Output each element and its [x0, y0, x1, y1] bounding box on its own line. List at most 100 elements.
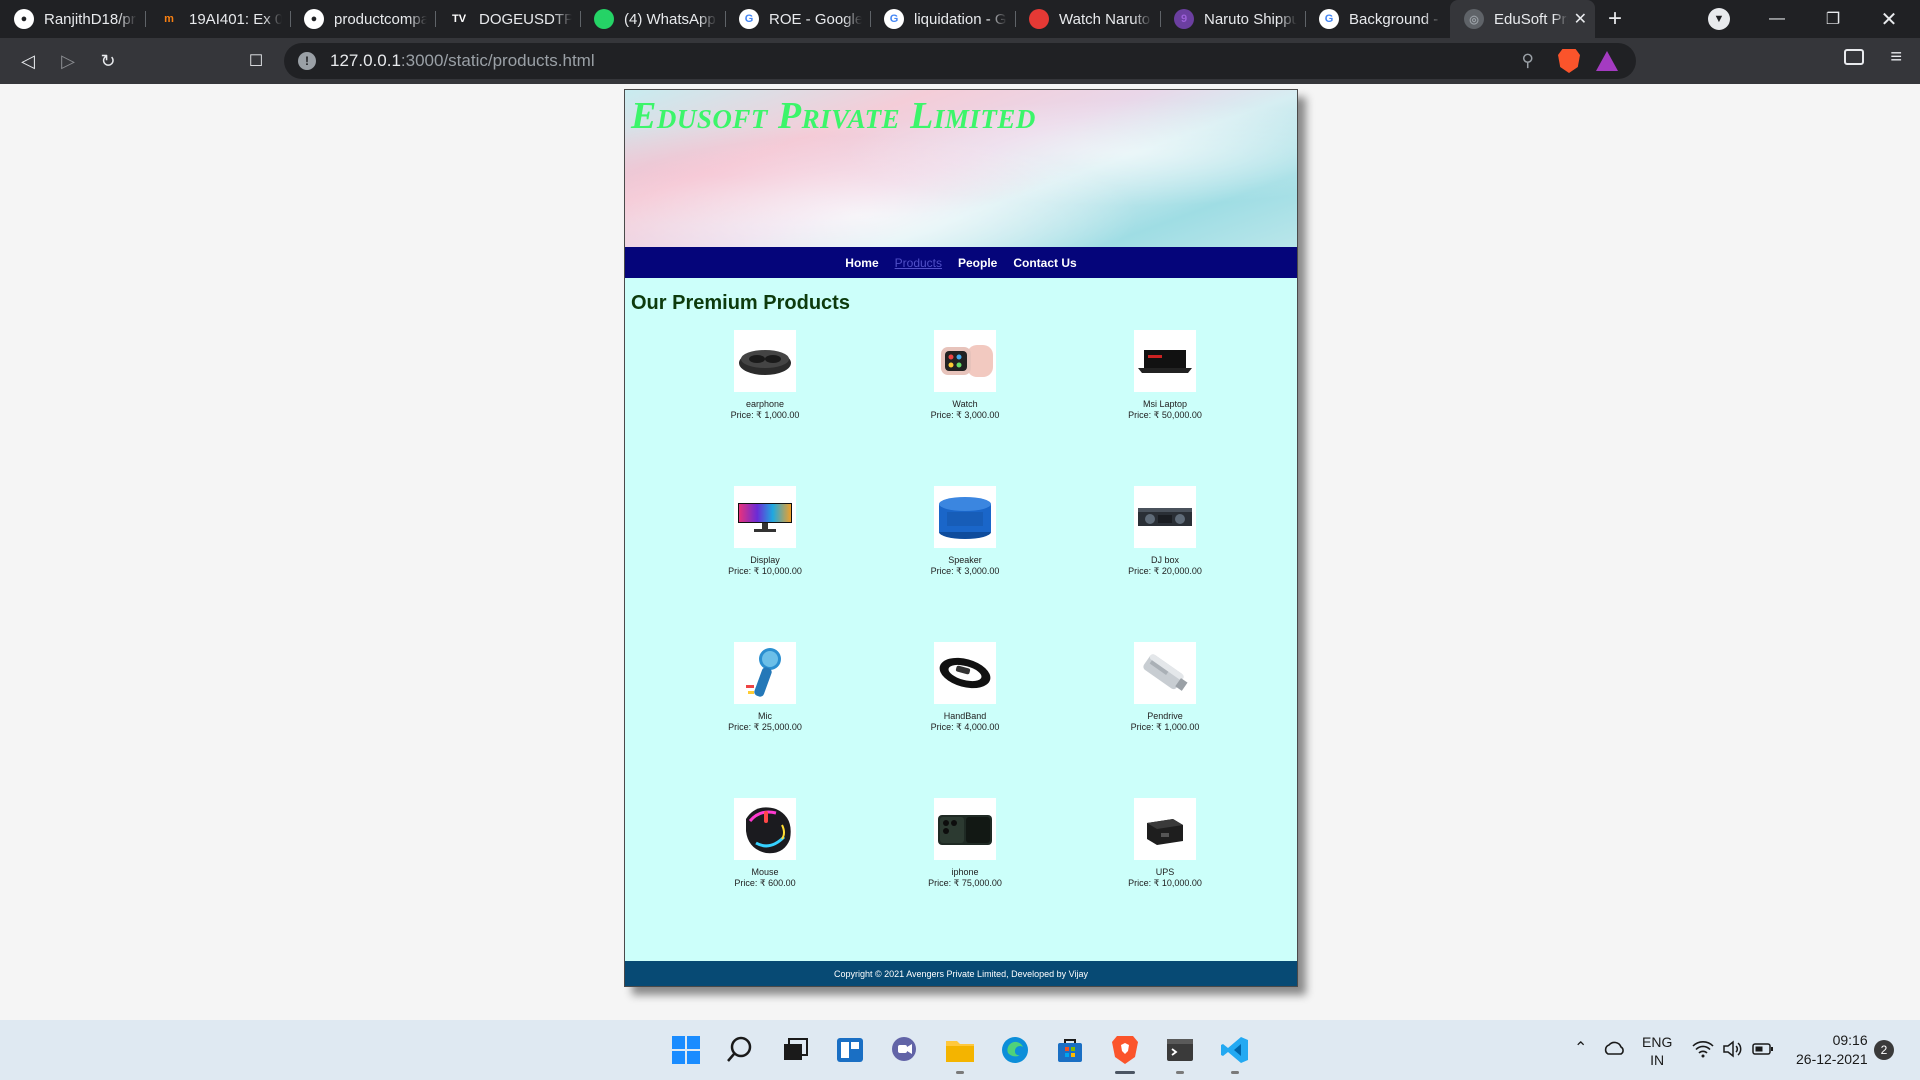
github-icon: ● [14, 9, 34, 29]
wifi-icon[interactable] [1692, 1040, 1714, 1063]
product-name: Pendrive [1147, 711, 1183, 721]
close-tab-icon[interactable]: ✕ [1574, 9, 1587, 29]
browser-tab[interactable]: G ROE - Google S [725, 0, 870, 38]
product-card: Display Price: ₹ 10,000.00 [665, 486, 865, 642]
ups-icon [1134, 798, 1196, 860]
product-card: Watch Price: ₹ 3,000.00 [865, 330, 1065, 486]
onedrive-icon[interactable] [1602, 1040, 1626, 1061]
edge-icon[interactable] [995, 1030, 1035, 1070]
reload-icon[interactable]: ↻ [88, 43, 128, 79]
product-price: Price: ₹ 25,000.00 [728, 722, 802, 732]
earphone-case-icon [734, 330, 796, 392]
browser-tab[interactable]: ● productcompa [290, 0, 435, 38]
product-grid: earphone Price: ₹ 1,000.00 Watch Price: ₹ 3… [665, 330, 1265, 954]
product-card: DJ box Price: ₹ 20,000.00 [1065, 486, 1265, 642]
browser-tab[interactable]: 9 Naruto Shippu [1160, 0, 1305, 38]
product-name: Msi Laptop [1142, 399, 1188, 409]
clock[interactable]: 09:16 26-12-2021 [1796, 1031, 1868, 1069]
tab-label: Naruto Shippu [1204, 10, 1297, 28]
product-price: Price: ₹ 20,000.00 [1128, 566, 1202, 576]
notification-badge[interactable]: 2 [1874, 1040, 1894, 1060]
language-code: ENG [1642, 1034, 1673, 1050]
task-view-icon[interactable] [775, 1030, 815, 1070]
laptop-icon [1134, 330, 1196, 392]
show-hidden-icons[interactable]: ⌃ [1574, 1038, 1587, 1058]
restore-button[interactable]: ❐ [1805, 0, 1861, 38]
product-name: earphone [745, 399, 785, 409]
google-icon: G [1319, 9, 1339, 29]
dj-box-icon [1134, 486, 1196, 548]
vscode-icon[interactable] [1215, 1030, 1255, 1074]
header-banner: Edusoft Private Limited [625, 90, 1297, 247]
browser-tab[interactable]: ● Watch Naruto [1015, 0, 1160, 38]
brave-browser-icon[interactable] [1105, 1030, 1145, 1074]
menu-icon[interactable]: ≡ [1890, 46, 1902, 69]
browser-tab[interactable]: ◎ EduSoft Pri ✕ [1450, 0, 1595, 38]
new-tab-button[interactable]: + [1595, 5, 1635, 33]
running-indicator [1231, 1071, 1239, 1074]
product-card: Speaker Price: ₹ 3,000.00 [865, 486, 1065, 642]
product-name: Mouse [751, 867, 779, 877]
product-name: Watch [952, 399, 978, 409]
brave-shields-icon[interactable] [1558, 49, 1580, 73]
store-icon[interactable] [1050, 1030, 1090, 1070]
tab-label: EduSoft Pri [1494, 10, 1568, 28]
bookmark-icon[interactable]: ☐ [236, 43, 276, 79]
smartwatch-icon [934, 330, 996, 392]
language-indicator[interactable]: ENG IN [1642, 1033, 1672, 1069]
battery-icon[interactable] [1752, 1041, 1774, 1062]
url-path: :3000/static/products.html [400, 51, 595, 70]
product-card: iphone Price: ₹ 75,000.00 [865, 798, 1065, 954]
google-icon: G [739, 9, 759, 29]
nav-link-home[interactable]: Home [845, 256, 878, 270]
forward-icon[interactable]: ▷ [48, 43, 88, 79]
product-card: earphone Price: ₹ 1,000.00 [665, 330, 865, 486]
nav-link-people[interactable]: People [958, 256, 997, 270]
start-icon[interactable] [666, 1030, 706, 1070]
microphone-icon [734, 642, 796, 704]
minimize-button[interactable]: — [1749, 0, 1805, 38]
file-explorer-icon[interactable] [940, 1030, 980, 1074]
site-nav: Home Products People Contact Us [625, 247, 1297, 278]
monitor-icon [734, 486, 796, 548]
volume-icon[interactable] [1722, 1040, 1744, 1063]
tab-strip: ● RanjithD18/pro m 19AI401: Ex 03: ● productc… [0, 0, 1920, 38]
running-indicator [1176, 1071, 1184, 1074]
brave-rewards-icon[interactable] [1596, 51, 1618, 71]
iphone-icon [934, 798, 996, 860]
widgets-icon[interactable] [830, 1030, 870, 1070]
nav-link-products[interactable]: Products [895, 256, 942, 270]
nav-link-contact-us[interactable]: Contact Us [1013, 256, 1076, 270]
tab-label: Background - G [1349, 10, 1442, 28]
chat-icon[interactable] [884, 1030, 924, 1070]
browser-tab[interactable]: TV DOGEUSDTPER [435, 0, 580, 38]
address-bar[interactable]: ! 127.0.0.1:3000/static/products.html ⚲ [284, 43, 1636, 79]
globe-icon: ◎ [1464, 9, 1484, 29]
browser-tab[interactable]: m 19AI401: Ex 03: [145, 0, 290, 38]
url-text[interactable]: 127.0.0.1:3000/static/products.html [330, 51, 595, 71]
browser-tab[interactable]: Gliquidation - Go [870, 0, 1015, 38]
zoom-icon[interactable]: ⚲ [1522, 51, 1534, 71]
tab-search-icon[interactable]: ▼ [1708, 8, 1730, 30]
browser-tab[interactable]: ● RanjithD18/pro [0, 0, 145, 38]
google-icon: G [884, 9, 904, 29]
product-card: Msi Laptop Price: ₹ 50,000.00 [1065, 330, 1265, 486]
search-icon[interactable] [720, 1030, 760, 1070]
running-indicator [956, 1071, 964, 1074]
site-info-icon[interactable]: ! [298, 52, 316, 70]
product-price: Price: ₹ 3,000.00 [930, 566, 1000, 576]
product-price: Price: ₹ 1,000.00 [1130, 722, 1200, 732]
product-price: Price: ₹ 10,000.00 [728, 566, 802, 576]
page-heading: Our Premium Products [631, 292, 850, 314]
product-price: Price: ₹ 75,000.00 [928, 878, 1002, 888]
mouse-icon [734, 798, 796, 860]
close-window-button[interactable]: ✕ [1861, 0, 1917, 38]
browser-tab[interactable]: G Background - G [1305, 0, 1450, 38]
terminal-icon[interactable] [1160, 1030, 1200, 1074]
browser-tab[interactable]: ☎ (4) WhatsApp [580, 0, 725, 38]
taskbar: ⌃ ENG IN 09:16 26-12-2021 2 [0, 1020, 1920, 1080]
back-icon[interactable]: ◁ [8, 43, 48, 79]
nineanime-icon: 9 [1174, 9, 1194, 29]
wallet-icon[interactable] [1844, 49, 1864, 65]
product-name: Mic [758, 711, 772, 721]
